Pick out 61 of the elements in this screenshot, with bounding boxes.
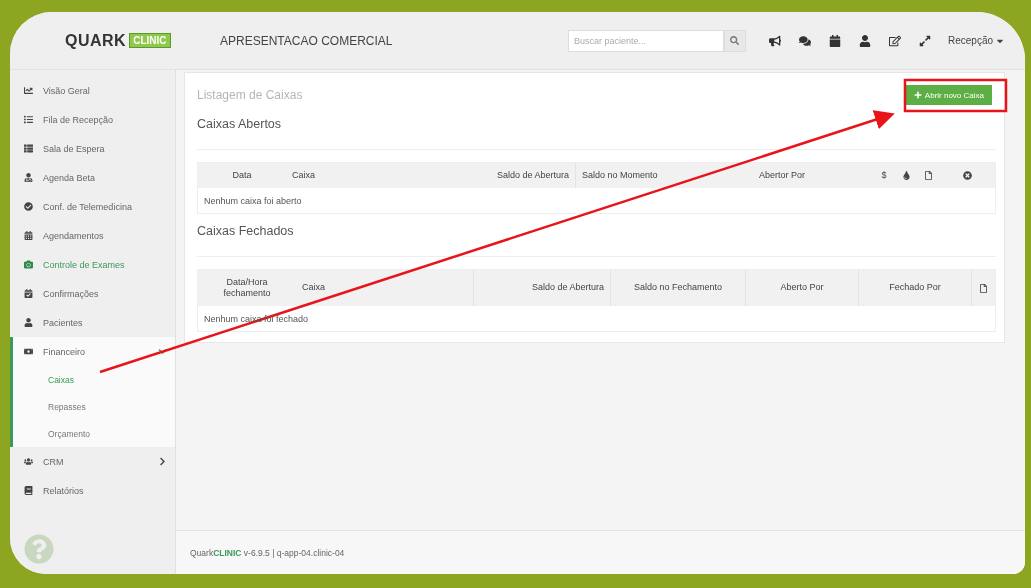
expand-icon[interactable] xyxy=(918,34,931,47)
column-header: $ xyxy=(881,169,887,182)
column-header: Abertor Por xyxy=(759,169,805,182)
column-header: Saldo no Momento xyxy=(582,169,658,182)
sidebar-item[interactable]: Relatórios xyxy=(10,476,175,505)
column-header: Data/Hora fechamento xyxy=(222,276,272,300)
plus-icon xyxy=(913,91,922,99)
sidebar-subitem[interactable]: Orçamento xyxy=(13,420,175,447)
drop-icon xyxy=(901,171,911,180)
column-header: Saldo no Fechamento xyxy=(633,282,723,294)
sidebar-subitem[interactable]: Caixas xyxy=(13,366,175,393)
column-header: Caixa xyxy=(302,282,325,294)
sidebar-item[interactable]: Pacientes xyxy=(10,308,175,337)
sidebar-item[interactable]: Conf. de Telemedicina xyxy=(10,192,175,221)
sidebar-item[interactable]: Agendamentos xyxy=(10,221,175,250)
search-button[interactable] xyxy=(723,29,746,52)
section-title: Caixas Abertos xyxy=(197,117,283,133)
file-icon xyxy=(979,283,988,293)
people-icon xyxy=(24,457,33,466)
column-header: Saldo de Abertura xyxy=(496,169,569,182)
calendar-check-icon xyxy=(24,289,33,298)
chat-icon[interactable] xyxy=(798,34,811,47)
footer-text: QuarkCLINIC v-6.9.5 | q-app-04.clinic-04 xyxy=(176,530,1025,574)
sidebar-item[interactable]: Controle de Exames xyxy=(10,250,175,279)
sidebar-item[interactable]: Financeiro xyxy=(10,337,175,366)
person-icon xyxy=(24,173,33,182)
search-icon xyxy=(730,36,740,45)
sidebar-item[interactable]: Agenda Beta xyxy=(10,163,175,192)
column-header: Fechado Por xyxy=(889,282,941,294)
new-cash-button[interactable]: Abrir novo Caixa xyxy=(905,85,992,105)
list-icon xyxy=(24,115,33,124)
sidebar-item[interactable]: Visão Geral xyxy=(10,76,175,105)
column-header: Data xyxy=(232,169,252,182)
calendar-icon xyxy=(24,231,33,240)
sidebar-item[interactable]: Sala de Espera xyxy=(10,134,175,163)
sidebar-item[interactable]: Confirmações xyxy=(10,279,175,308)
search-field[interactable]: Buscar paciente... xyxy=(567,29,724,52)
megaphone-icon[interactable] xyxy=(768,34,781,47)
calendar-icon[interactable] xyxy=(828,34,841,47)
page-title: APRESENTACAO COMERCIAL xyxy=(220,33,394,48)
column-header: Aberto Por xyxy=(780,282,824,294)
sidebar-item[interactable]: CRM xyxy=(10,447,175,476)
person-icon xyxy=(24,318,33,327)
logo-badge: CLINIC xyxy=(129,33,171,48)
edit-icon[interactable] xyxy=(888,34,901,47)
person-icon[interactable] xyxy=(858,34,871,47)
money-icon xyxy=(24,347,33,356)
column-header: Saldo de Abertura xyxy=(531,282,604,294)
sidebar-item[interactable]: Fila de Recepção xyxy=(10,105,175,134)
panel-title: Listagem de Caixas xyxy=(197,88,303,102)
empty-message: Nenhum caixa foi aberto xyxy=(203,194,303,208)
chart-icon xyxy=(24,86,33,95)
book-icon xyxy=(24,486,33,495)
section-title: Caixas Fechados xyxy=(197,224,295,240)
user-menu[interactable]: Recepção xyxy=(947,35,1005,46)
list-icon xyxy=(24,144,33,153)
file-icon xyxy=(923,171,933,180)
column-header: Caixa xyxy=(292,169,315,182)
sidebar-subitem[interactable]: Repasses xyxy=(13,393,175,420)
logo-text: QUARK xyxy=(65,31,127,50)
camera-icon xyxy=(24,260,33,269)
